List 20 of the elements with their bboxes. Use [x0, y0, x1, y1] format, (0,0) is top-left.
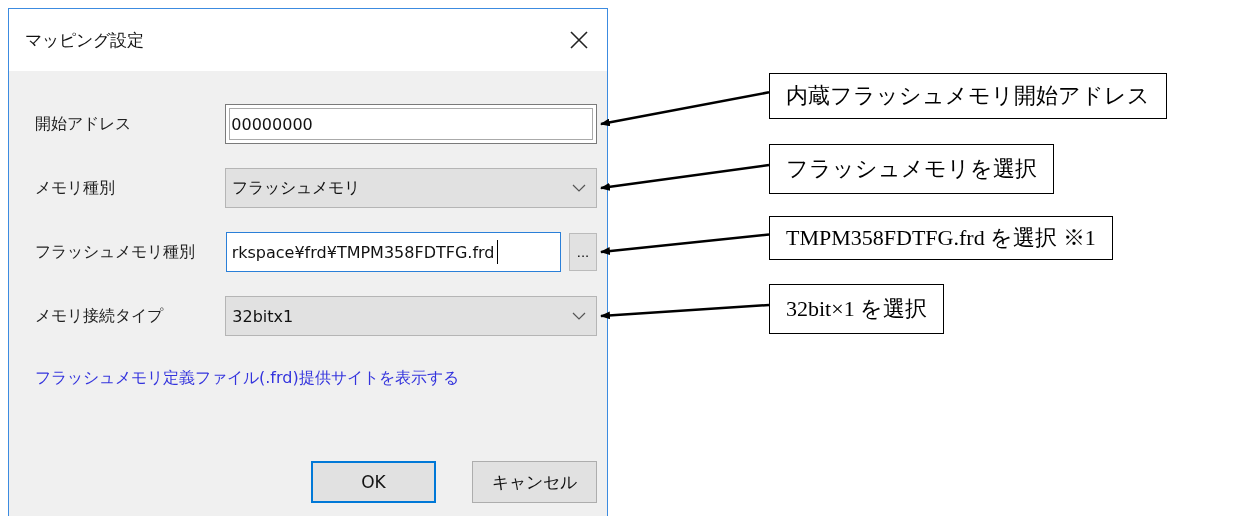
field-label: メモリ接続タイプ: [35, 305, 165, 327]
dialog-button[interactable]: OK: [311, 461, 436, 503]
chevron-icon: [572, 184, 586, 192]
dialog-button[interactable]: キャンセル: [472, 461, 597, 503]
field-label: メモリ種別: [35, 177, 116, 199]
field-label: フラッシュメモリ種別: [35, 241, 196, 263]
chevron-icon: [572, 312, 586, 320]
callout-box: 32bit×1 を選択: [769, 284, 945, 334]
input-field[interactable]: 00000000: [225, 104, 597, 144]
close-icon: [569, 30, 589, 50]
callout-box: TMPM358FDTFG.frd を選択 ※1: [769, 216, 1113, 260]
dropdown[interactable]: フラッシュメモリ: [225, 168, 597, 208]
field-label: 開始アドレス: [35, 113, 132, 135]
callout-box: 内蔵フラッシュメモリ開始アドレス: [769, 73, 1167, 119]
window-title: マッピング設定: [25, 28, 144, 52]
callout-box: フラッシュメモリを選択: [769, 144, 1054, 194]
link[interactable]: フラッシュメモリ定義ファイル(.frd)提供サイトを表示する: [35, 368, 459, 389]
input-field[interactable]: rkspace¥frd¥TMPM358FDTFG.frd: [225, 232, 562, 272]
dropdown[interactable]: 32bitx1: [225, 296, 597, 336]
browse-button[interactable]: ...: [569, 233, 597, 271]
